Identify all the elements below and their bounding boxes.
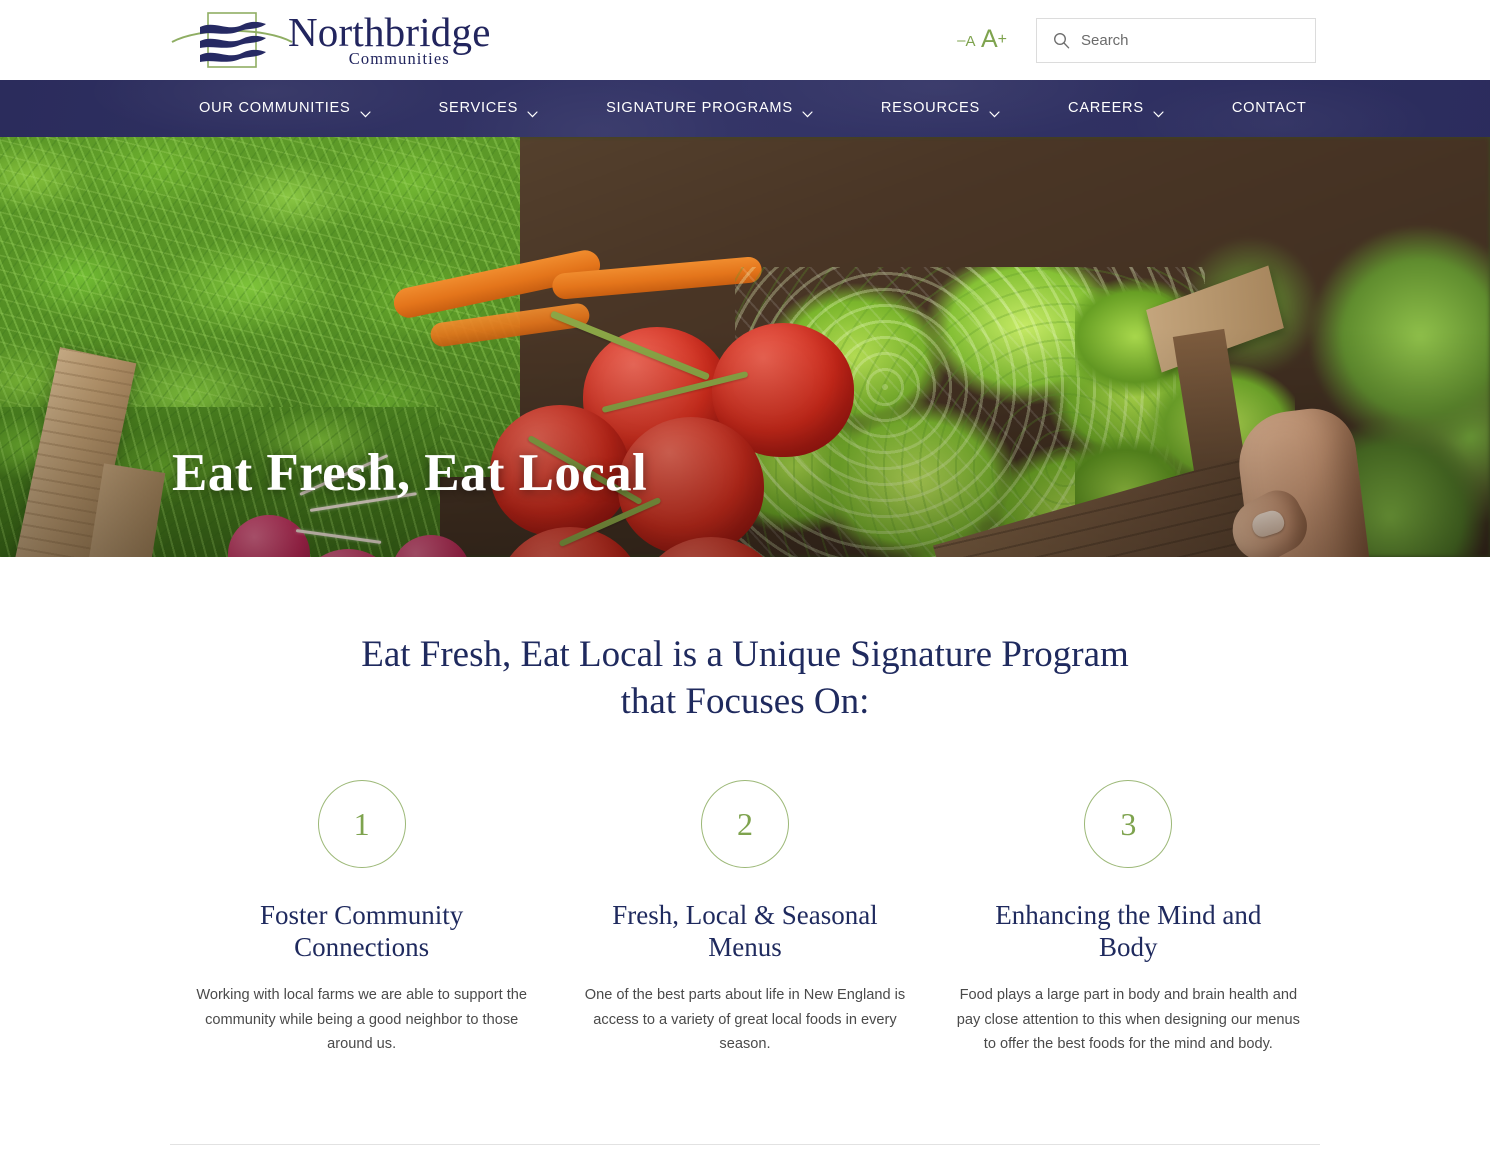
chevron-down-icon	[989, 106, 1000, 118]
step-number-badge: 1	[317, 779, 406, 868]
nav-label: RESOURCES	[880, 100, 981, 117]
site-header: Northbridge Communities – A A +	[0, 0, 1490, 80]
step-number: 2	[736, 805, 753, 842]
logo-wordmark: Northbridge Communities	[288, 12, 491, 67]
increase-text-size-button[interactable]: A	[981, 27, 998, 52]
nav-label: CAREERS	[1068, 100, 1144, 117]
search-icon	[1053, 32, 1070, 49]
nav-item-our-communities[interactable]: OUR COMMUNITIES	[199, 100, 371, 118]
northbridge-waves-logo-icon	[170, 9, 294, 71]
chevron-down-icon	[802, 106, 813, 118]
hero-title: Eat Fresh, Eat Local	[172, 444, 648, 502]
search-input[interactable]	[1081, 32, 1281, 49]
focus-column-title: Foster Community Connections	[260, 899, 464, 962]
hero-banner: Eat Fresh, Eat Local	[0, 137, 1490, 557]
chevron-down-icon	[1153, 106, 1164, 118]
focus-column-3: 3 Enhancing the Mind and Body Food plays…	[937, 779, 1320, 1056]
nav-item-signature-programs[interactable]: SIGNATURE PROGRAMS	[606, 100, 813, 118]
chevron-down-icon	[359, 106, 371, 118]
chevron-down-icon	[527, 106, 538, 118]
nav-item-contact[interactable]: CONTACT	[1232, 101, 1307, 116]
nav-item-careers[interactable]: CAREERS	[1068, 100, 1164, 118]
hero-hand-holding-crate	[1221, 392, 1381, 557]
site-logo[interactable]: Northbridge Communities	[170, 8, 491, 72]
search-box[interactable]	[1036, 18, 1316, 63]
step-number-badge: 3	[1084, 779, 1173, 868]
nav-item-resources[interactable]: RESOURCES	[880, 100, 1000, 118]
focus-column-body: One of the best parts about life in New …	[584, 987, 906, 1052]
page-title-line-1: Eat Fresh, Eat Local is a Unique Signatu…	[361, 634, 1129, 675]
nav-label: OUR COMMUNITIES	[199, 100, 351, 117]
focus-columns: 1 Foster Community Connections Working w…	[0, 779, 1490, 1056]
focus-column-body: Food plays a large part in body and brai…	[956, 987, 1300, 1052]
nav-label: SERVICES	[438, 100, 519, 117]
increase-text-size-sign[interactable]: +	[998, 32, 1007, 52]
focus-column-body: Working with local farms we are able to …	[196, 987, 527, 1052]
decrease-text-size-button[interactable]: A	[965, 34, 976, 52]
focus-column-title: Fresh, Local & Seasonal Menus	[612, 899, 878, 962]
page-title: Eat Fresh, Eat Local is a Unique Signatu…	[345, 631, 1145, 726]
nav-item-services[interactable]: SERVICES	[438, 100, 539, 118]
nav-items-container: OUR COMMUNITIES SERVICES SIGNATURE PROGR…	[0, 80, 1490, 137]
text-size-controls[interactable]: – A A +	[957, 27, 1007, 52]
focus-column-1: 1 Foster Community Connections Working w…	[170, 779, 553, 1056]
step-number: 3	[1120, 805, 1137, 842]
section-divider	[170, 1143, 1320, 1145]
focus-column-title: Enhancing the Mind and Body	[995, 899, 1262, 962]
page-title-line-2: that Focuses On:	[620, 681, 870, 723]
decrease-text-size-sign[interactable]: –	[957, 33, 965, 52]
nav-label: SIGNATURE PROGRAMS	[606, 100, 793, 117]
main-navigation: OUR COMMUNITIES SERVICES SIGNATURE PROGR…	[0, 80, 1490, 137]
nav-label: CONTACT	[1231, 100, 1307, 117]
focus-column-2: 2 Fresh, Local & Seasonal Menus One of t…	[553, 779, 936, 1056]
step-number-badge: 2	[700, 779, 789, 868]
main-content: Eat Fresh, Eat Local is a Unique Signatu…	[0, 557, 1490, 1145]
step-number: 1	[353, 805, 370, 842]
logo-name: Northbridge	[288, 9, 491, 56]
